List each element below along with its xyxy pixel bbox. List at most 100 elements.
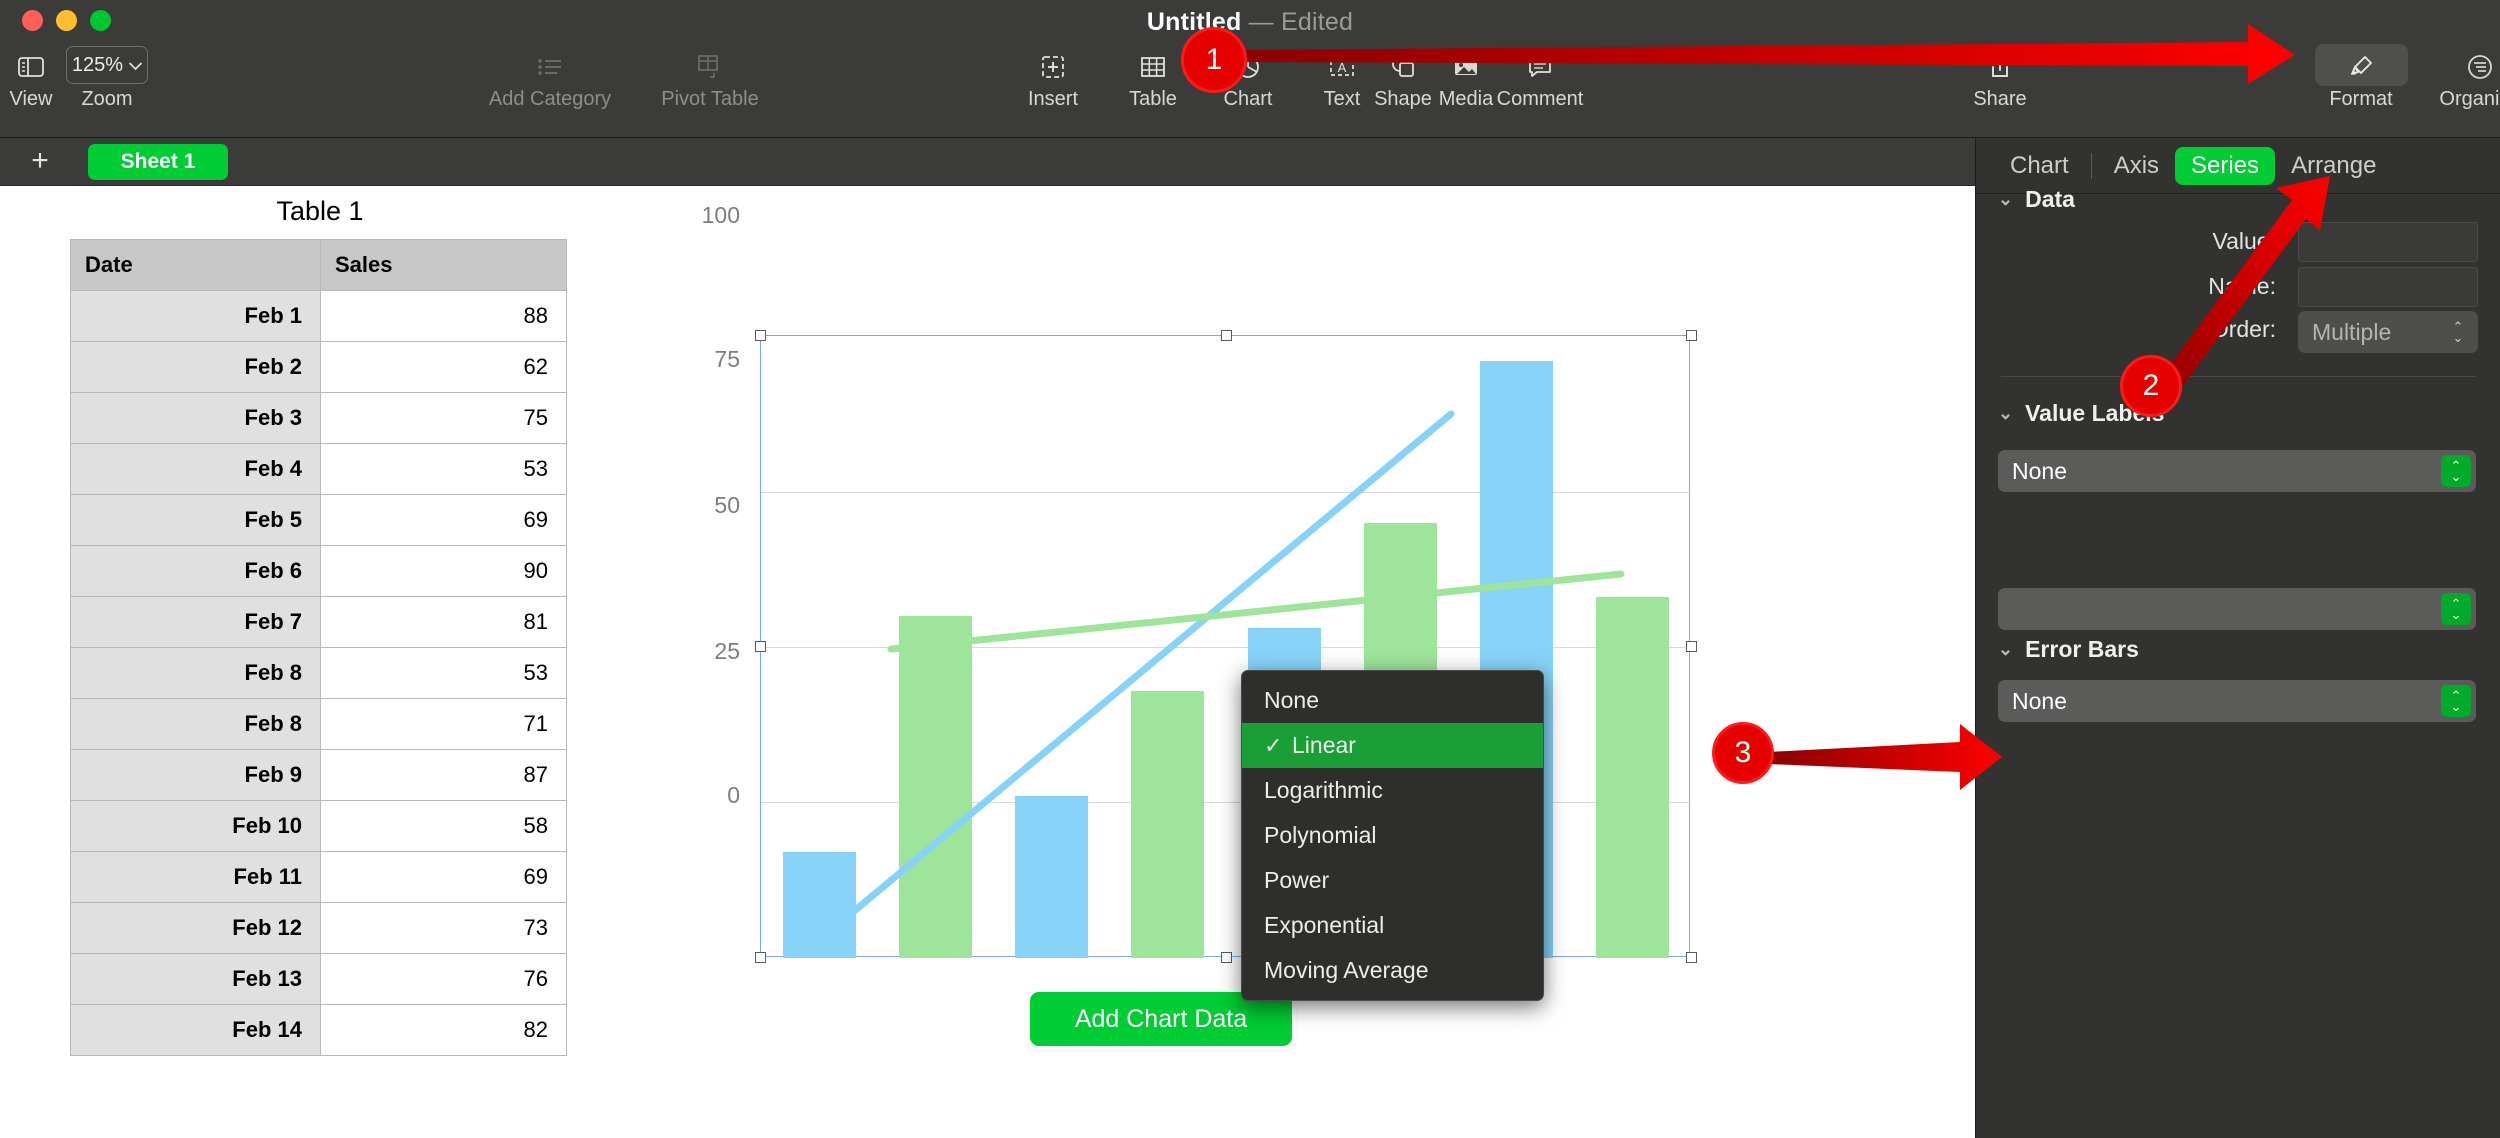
table-row[interactable]: Feb 9 87 xyxy=(70,749,567,801)
cell-date[interactable]: Feb 10 xyxy=(70,800,321,852)
sheet-tab-sheet1[interactable]: Sheet 1 xyxy=(88,144,228,180)
table-row[interactable]: Feb 10 58 xyxy=(70,800,567,852)
resize-handle-top-center[interactable] xyxy=(1221,330,1232,341)
cell-date[interactable]: Feb 2 xyxy=(70,341,321,393)
zoom-select[interactable]: 125% xyxy=(66,46,148,84)
table-row[interactable]: Feb 7 81 xyxy=(70,596,567,648)
chart-selection-frame[interactable] xyxy=(755,330,1697,963)
menu-item-logarithmic[interactable]: Logarithmic xyxy=(1242,768,1543,813)
stepper-arrows-icon[interactable]: ⌃ ⌄ xyxy=(2441,455,2471,487)
cell-sales[interactable]: 69 xyxy=(320,851,567,903)
table-row[interactable]: Feb 3 75 xyxy=(70,392,567,444)
comment-icon xyxy=(1526,48,1554,86)
cell-sales[interactable]: 87 xyxy=(320,749,567,801)
data-section-header[interactable]: ⌄ Data xyxy=(1998,186,2075,213)
error-bars-section-header[interactable]: ⌄ Error Bars xyxy=(1998,636,2139,663)
cell-date[interactable]: Feb 6 xyxy=(70,545,321,597)
cell-date[interactable]: Feb 8 xyxy=(70,647,321,699)
stepper-arrows-icon[interactable]: ⌃ ⌄ xyxy=(2443,316,2473,348)
cell-sales[interactable]: 81 xyxy=(320,596,567,648)
column-header-sales[interactable]: Sales xyxy=(320,239,567,291)
cell-date[interactable]: Feb 1 xyxy=(70,290,321,342)
cell-date[interactable]: Feb 14 xyxy=(70,1004,321,1056)
cell-date[interactable]: Feb 3 xyxy=(70,392,321,444)
name-field[interactable] xyxy=(2298,267,2478,307)
trendline-dropdown-menu[interactable]: None ✓ Linear Logarithmic Polynomial Power Exp… xyxy=(1241,670,1544,1001)
value-labels-select[interactable]: None ⌃ ⌄ xyxy=(1998,450,2476,492)
resize-handle-top-left[interactable] xyxy=(755,330,766,341)
pivot-table-button[interactable]: Pivot Table xyxy=(655,48,765,111)
cell-date[interactable]: Feb 11 xyxy=(70,851,321,903)
cell-date[interactable]: Feb 13 xyxy=(70,953,321,1005)
cell-date[interactable]: Feb 5 xyxy=(70,494,321,546)
column-header-date[interactable]: Date xyxy=(70,239,321,291)
table-row[interactable]: Feb 11 69 xyxy=(70,851,567,903)
cell-sales[interactable]: 75 xyxy=(320,392,567,444)
table-row[interactable]: Feb 12 73 xyxy=(70,902,567,954)
value-field[interactable] xyxy=(2298,222,2478,262)
trendline-select[interactable]: ⌃ ⌄ xyxy=(1998,588,2476,630)
cell-sales[interactable]: 58 xyxy=(320,800,567,852)
tab-chart[interactable]: Chart xyxy=(1994,147,2085,185)
organize-button[interactable]: Organize xyxy=(2425,48,2500,111)
stepper-arrows-icon[interactable]: ⌃ ⌄ xyxy=(2441,685,2471,717)
cell-date[interactable]: Feb 7 xyxy=(70,596,321,648)
cell-sales[interactable]: 73 xyxy=(320,902,567,954)
menu-item-linear[interactable]: ✓ Linear xyxy=(1242,723,1543,768)
order-select[interactable]: Multiple ⌃ ⌄ xyxy=(2298,311,2478,353)
add-sheet-button[interactable]: + xyxy=(28,146,52,176)
menu-item-polynomial[interactable]: Polynomial xyxy=(1242,813,1543,858)
tab-series[interactable]: Series xyxy=(2175,146,2276,185)
stepper-arrows-icon[interactable]: ⌃ ⌄ xyxy=(2441,593,2471,625)
add-category-button[interactable]: Add Category xyxy=(489,48,611,111)
data-table: Date Sales Feb 1 88 Feb 2 62 Feb 3 75 Feb 4 53 F… xyxy=(70,239,567,1056)
cell-sales[interactable]: 82 xyxy=(320,1004,567,1056)
resize-handle-middle-right[interactable] xyxy=(1686,641,1697,652)
cell-sales[interactable]: 69 xyxy=(320,494,567,546)
table-row[interactable]: Feb 1 88 xyxy=(70,290,567,342)
share-button[interactable]: Share xyxy=(1945,48,2055,111)
resize-handle-bottom-right[interactable] xyxy=(1686,952,1697,963)
tab-divider xyxy=(2090,152,2092,179)
cell-date[interactable]: Feb 9 xyxy=(70,749,321,801)
cell-date[interactable]: Feb 4 xyxy=(70,443,321,495)
chart-container[interactable]: 100 75 50 25 0 Add Chart Data xyxy=(680,186,1700,1046)
resize-handle-top-right[interactable] xyxy=(1686,330,1697,341)
table-row[interactable]: Feb 2 62 xyxy=(70,341,567,393)
table-row[interactable]: Feb 14 82 xyxy=(70,1004,567,1056)
table-row[interactable]: Feb 8 71 xyxy=(70,698,567,750)
table-row[interactable]: Feb 4 53 xyxy=(70,443,567,495)
table-row[interactable]: Feb 8 53 xyxy=(70,647,567,699)
sidebar-panel-icon xyxy=(17,48,45,86)
y-tick-label-50: 50 xyxy=(714,492,740,518)
cell-sales[interactable]: 76 xyxy=(320,953,567,1005)
error-bars-select[interactable]: None ⌃ ⌄ xyxy=(1998,680,2476,722)
resize-handle-middle-left[interactable] xyxy=(755,641,766,652)
tab-arrange[interactable]: Arrange xyxy=(2275,147,2392,185)
table-row[interactable]: Feb 5 69 xyxy=(70,494,567,546)
menu-item-label: Power xyxy=(1264,867,1330,893)
menu-item-power[interactable]: Power xyxy=(1242,858,1543,903)
resize-handle-bottom-center[interactable] xyxy=(1221,952,1232,963)
cell-sales[interactable]: 53 xyxy=(320,647,567,699)
table-row[interactable]: Feb 6 90 xyxy=(70,545,567,597)
section-divider-1 xyxy=(2001,376,2476,377)
insert-button[interactable]: Insert xyxy=(998,48,1108,111)
menu-item-none[interactable]: None xyxy=(1242,678,1543,723)
cell-sales[interactable]: 62 xyxy=(320,341,567,393)
cell-sales[interactable]: 71 xyxy=(320,698,567,750)
cell-date[interactable]: Feb 8 xyxy=(70,698,321,750)
comment-button[interactable]: Comment xyxy=(1485,48,1595,111)
cell-sales[interactable]: 53 xyxy=(320,443,567,495)
menu-item-exponential[interactable]: Exponential xyxy=(1242,903,1543,948)
resize-handle-bottom-left[interactable] xyxy=(755,952,766,963)
table-row[interactable]: Feb 13 76 xyxy=(70,953,567,1005)
error-bars-title: Error Bars xyxy=(2025,636,2139,662)
tab-axis[interactable]: Axis xyxy=(2098,147,2175,185)
format-button[interactable]: Format xyxy=(2306,48,2416,111)
cell-date[interactable]: Feb 12 xyxy=(70,902,321,954)
menu-item-moving-average[interactable]: Moving Average xyxy=(1242,948,1543,993)
cell-sales[interactable]: 88 xyxy=(320,290,567,342)
cell-sales[interactable]: 90 xyxy=(320,545,567,597)
share-label: Share xyxy=(1973,88,2027,110)
